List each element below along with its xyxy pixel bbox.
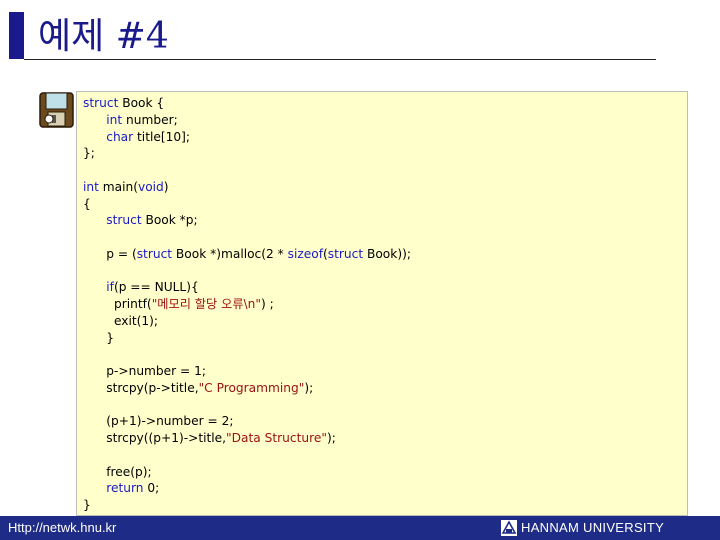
slide-title: 예제 #4 <box>38 16 169 57</box>
code-token: p = ( <box>83 246 137 261</box>
code-keyword: if <box>106 280 114 295</box>
code-keyword: void <box>137 179 164 194</box>
code-keyword: struct <box>83 96 119 110</box>
code-token: number; <box>122 112 178 127</box>
code-token: }; <box>83 146 95 161</box>
code-token: strcpy((p+1)->title, <box>83 431 227 445</box>
code-line: p = (struct Book *)malloc(2 * sizeof(str… <box>83 247 411 261</box>
footer-url: Http://netwk.hnu.kr <box>8 520 117 535</box>
code-string: "C Programming" <box>198 380 305 395</box>
code-block: struct Book { int number; char title[10]… <box>76 91 688 516</box>
code-token: 0; <box>143 481 160 496</box>
floppy-disk-icon <box>39 92 74 128</box>
code-token: (p+1)->number = 2; <box>83 414 234 429</box>
code-line: int number; <box>83 112 178 127</box>
code-line: return 0; <box>83 481 159 495</box>
code-string: "메모리 할당 오류\n" <box>151 297 261 311</box>
code-token: title[10]; <box>133 129 190 144</box>
code-keyword: char <box>106 129 134 144</box>
code-token: strcpy(p->title, <box>83 380 199 395</box>
code-line: }; <box>83 146 95 160</box>
code-line: } <box>83 498 91 512</box>
code-line: struct Book { <box>83 96 164 110</box>
code-token: exit(1); <box>83 313 159 328</box>
code-keyword: struct <box>136 246 173 261</box>
code-line: printf("메모리 할당 오류\n") ; <box>83 297 274 311</box>
title-accent-bar <box>9 12 24 59</box>
code-keyword: return <box>106 481 144 496</box>
code-line: strcpy((p+1)->title,"Data Structure"); <box>83 431 336 445</box>
code-line: char title[10]; <box>83 130 190 144</box>
code-token: ) <box>163 179 169 194</box>
code-keyword: struct <box>327 246 364 261</box>
code-token: ) ; <box>260 297 274 311</box>
code-token: } <box>83 330 114 345</box>
code-keyword: int <box>83 179 99 194</box>
code-line: if(p == NULL){ <box>83 280 199 295</box>
code-token: { <box>83 196 91 211</box>
code-keyword: sizeof <box>287 246 323 261</box>
footer-bar: Http://netwk.hnu.kr HANNAM UNIVERSITY <box>0 516 720 540</box>
footer-university: HANNAM UNIVERSITY <box>521 520 665 535</box>
code-token: } <box>83 498 91 512</box>
title-divider <box>24 59 656 60</box>
code-line: p->number = 1; <box>83 364 206 378</box>
code-token: p->number = 1; <box>83 364 206 378</box>
code-token: main( <box>98 179 138 194</box>
code-line: struct Book *p; <box>83 213 198 228</box>
code-token: Book *p; <box>141 213 198 228</box>
code-line: exit(1); <box>83 314 158 328</box>
code-line: free(p); <box>83 464 152 479</box>
code-keyword: int <box>106 112 123 127</box>
code-string: "Data Structure" <box>226 431 327 445</box>
code-line: (p+1)->number = 2; <box>83 414 233 428</box>
code-token: free(p); <box>83 464 152 479</box>
code-token: Book { <box>118 96 165 110</box>
code-token: (p == NULL){ <box>113 280 199 295</box>
code-line: int main(void) <box>83 180 169 194</box>
code-text: struct Book { int number; char title[10]… <box>83 95 411 514</box>
code-token: Book *)malloc(2 * <box>172 246 288 261</box>
code-line: } <box>83 331 114 345</box>
code-keyword: struct <box>106 213 142 228</box>
code-token: printf( <box>83 297 152 311</box>
code-line: { <box>83 197 91 211</box>
code-line: strcpy(p->title,"C Programming"); <box>83 381 313 395</box>
code-token: Book)); <box>363 246 411 261</box>
code-token: ); <box>326 431 336 445</box>
code-token: ); <box>304 380 314 395</box>
hannam-logo-icon <box>500 519 518 537</box>
